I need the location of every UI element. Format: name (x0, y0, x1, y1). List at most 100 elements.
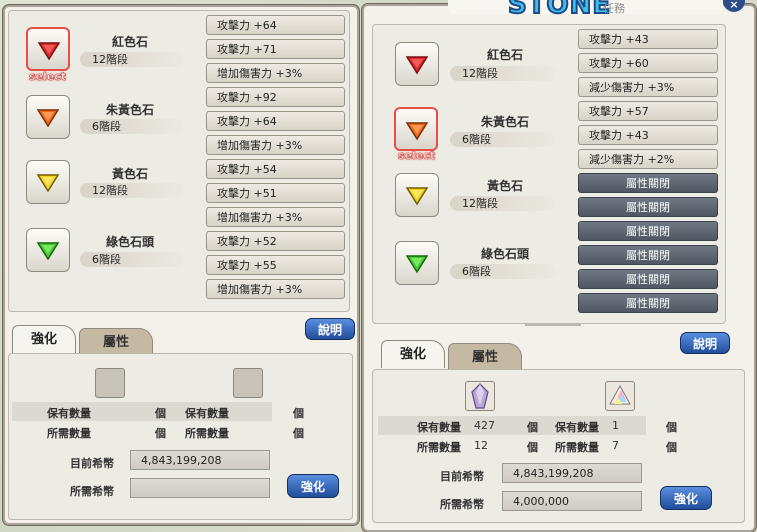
right-owned-label-1: 保有數量 (417, 421, 461, 434)
left-enhance-button[interactable]: 強化 (287, 474, 339, 498)
right-gem-name-4: 綠色石頭 (480, 247, 529, 261)
right-divider (525, 324, 581, 326)
right-gem-tier-4: 6階段 (450, 264, 556, 279)
right-mat2-owned: 1 (612, 419, 619, 432)
left-stat-5: 攻擊力 +64 (206, 111, 345, 131)
left-stat-7: 攻擊力 +54 (206, 159, 345, 179)
left-gem-name-3: 黃色石 (111, 167, 148, 181)
left-gem-name-1: 紅色石 (111, 35, 148, 49)
left-owned-unit-2: 個 (293, 407, 304, 420)
red-gem-icon (405, 56, 429, 75)
right-title-sub: 任務 (603, 2, 625, 15)
left-current-gold-label: 目前希幣 (70, 457, 114, 470)
green-gem-icon (405, 255, 429, 274)
left-red-gem-slot[interactable] (26, 27, 70, 71)
left-need-unit-1: 個 (155, 427, 166, 440)
right-need-unit-2: 個 (666, 441, 677, 454)
left-owned-label-2: 保有數量 (185, 407, 229, 420)
left-stat-3: 增加傷害力 +3% (206, 63, 345, 83)
left-need-gold-label: 所需希幣 (70, 485, 114, 498)
yellow-gem-icon (405, 187, 429, 206)
left-material-slot-1[interactable] (95, 368, 125, 398)
right-stat-4: 攻擊力 +57 (578, 101, 718, 121)
right-current-gold-field: 4,843,199,208 (502, 463, 642, 483)
right-enhance-button[interactable]: 強化 (660, 486, 712, 510)
right-need-gold-field: 4,000,000 (502, 491, 642, 511)
right-gem-name-3: 黃色石 (486, 179, 523, 193)
right-stat-12: 屬性關閉 (578, 293, 718, 313)
left-stat-9: 增加傷害力 +3% (206, 207, 345, 227)
right-need-label-1: 所需數量 (417, 441, 461, 454)
right-gem-name-2: 朱黃色石 (480, 115, 529, 129)
right-stat-11: 屬性關閉 (578, 269, 718, 289)
left-tab-attribute[interactable]: 屬性 (79, 328, 153, 356)
right-stat-6: 減少傷害力 +2% (578, 149, 718, 169)
right-stat-8: 屬性關閉 (578, 197, 718, 217)
left-gem-tier-3: 12階段 (80, 183, 184, 198)
left-gem-tier-1: 12階段 (80, 52, 184, 67)
right-stat-5: 攻擊力 +43 (578, 125, 718, 145)
right-owned-unit-2: 個 (666, 421, 677, 434)
right-gem-tier-3: 12階段 (450, 196, 556, 211)
left-stat-11: 攻擊力 +55 (206, 255, 345, 275)
right-stat-10: 屬性關閉 (578, 245, 718, 265)
right-tab-enhance[interactable]: 強化 (381, 340, 445, 368)
right-gem-tier-2: 6階段 (450, 132, 556, 147)
left-stat-6: 增加傷害力 +3% (206, 135, 345, 155)
left-gem-tier-2: 6階段 (80, 119, 184, 134)
right-red-gem-slot[interactable] (395, 42, 439, 86)
right-mat1-owned: 427 (474, 419, 495, 432)
green-gem-icon (36, 242, 60, 261)
left-gem-tier-4: 6階段 (80, 252, 184, 267)
right-owned-label-2: 保有數量 (555, 421, 599, 434)
right-stat-3: 減少傷害力 +3% (578, 77, 718, 97)
left-stat-4: 攻擊力 +92 (206, 87, 345, 107)
rainbow-crystal-icon (609, 384, 631, 405)
left-owned-label-1: 保有數量 (47, 407, 91, 420)
left-stat-10: 攻擊力 +52 (206, 231, 345, 251)
right-yellow-gem-slot[interactable] (395, 173, 439, 217)
left-yellow-gem-slot[interactable] (26, 160, 70, 204)
right-stat-1: 攻擊力 +43 (578, 29, 718, 49)
crystal-icon (471, 383, 489, 409)
left-gem-name-4: 綠色石頭 (105, 235, 154, 249)
right-title-logo: STONE (507, 0, 612, 21)
left-need-label-2: 所需數量 (185, 427, 229, 440)
right-current-gold-label: 目前希幣 (440, 470, 484, 483)
right-gem-tier-1: 12階段 (450, 66, 556, 81)
right-material-slot-1[interactable] (465, 381, 495, 411)
right-need-label-2: 所需數量 (555, 441, 599, 454)
right-owned-unit-1: 個 (527, 421, 538, 434)
left-green-gem-slot[interactable] (26, 228, 70, 272)
right-help-button[interactable]: 說明 (680, 332, 730, 354)
right-mat1-need: 12 (474, 439, 488, 452)
right-stat-7: 屬性關閉 (578, 173, 718, 193)
left-stat-1: 攻擊力 +64 (206, 15, 345, 35)
right-tab-attribute[interactable]: 屬性 (448, 343, 522, 371)
left-stat-2: 攻擊力 +71 (206, 39, 345, 59)
left-material-slot-2[interactable] (233, 368, 263, 398)
left-help-button[interactable]: 說明 (305, 318, 355, 340)
right-orange-gem-slot[interactable] (394, 107, 438, 151)
right-green-gem-slot[interactable] (395, 241, 439, 285)
left-owned-unit-1: 個 (155, 407, 166, 420)
yellow-gem-icon (36, 174, 60, 193)
orange-gem-icon (36, 109, 60, 128)
right-gem-name-1: 紅色石 (486, 48, 523, 62)
right-need-unit-1: 個 (527, 441, 538, 454)
right-material-slot-2[interactable] (605, 381, 635, 411)
left-orange-gem-slot[interactable] (26, 95, 70, 139)
right-select-tag: select (398, 149, 436, 163)
left-stat-12: 增加傷害力 +3% (206, 279, 345, 299)
right-mat2-need: 7 (612, 439, 619, 452)
left-need-unit-2: 個 (293, 427, 304, 440)
right-need-gold-label: 所需希幣 (440, 498, 484, 511)
left-need-gold-field (130, 478, 270, 498)
left-stat-8: 攻擊力 +51 (206, 183, 345, 203)
left-tab-enhance[interactable]: 強化 (12, 325, 76, 353)
orange-gem-icon (405, 122, 429, 141)
left-current-gold-field: 4,843,199,208 (130, 450, 270, 470)
right-stat-2: 攻擊力 +60 (578, 53, 718, 73)
left-need-label-1: 所需數量 (47, 427, 91, 440)
left-gem-name-2: 朱黃色石 (105, 103, 154, 117)
